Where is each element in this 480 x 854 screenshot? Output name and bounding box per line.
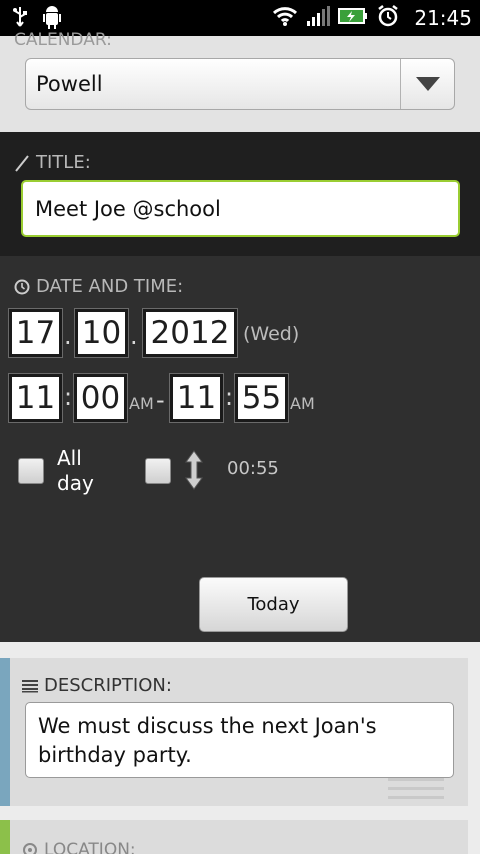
date-time-section: DATE AND TIME: 17 . 10 . 2012 (Wed) 11 :… <box>0 256 480 642</box>
start-hour-field[interactable]: 11 <box>8 373 63 423</box>
signal-icon <box>306 5 331 31</box>
calendar-section: CALENDAR: Powell <box>0 30 480 132</box>
location-accent-bar <box>0 820 10 854</box>
status-bar-time: 21:45 <box>414 6 472 30</box>
resize-grip-icon[interactable] <box>388 778 444 804</box>
end-minute-value: 55 <box>241 380 282 416</box>
weekday-label: (Wed) <box>243 323 300 345</box>
description-accent-bar <box>0 658 10 806</box>
all-day-checkbox[interactable] <box>18 458 44 484</box>
location-label-row: LOCATION: <box>22 840 136 854</box>
start-ampm: AM <box>129 394 154 413</box>
title-input-value: Meet Joe @school <box>35 197 221 221</box>
time-range-dash: - <box>156 386 165 414</box>
year-field[interactable]: 2012 <box>142 308 238 358</box>
location-section: LOCATION: <box>0 812 480 854</box>
title-section: TITLE: Meet Joe @school <box>0 132 480 256</box>
duration-lock-checkbox[interactable] <box>145 458 171 484</box>
lines-icon <box>22 679 38 692</box>
description-label-row: DESCRIPTION: <box>22 675 172 696</box>
vertical-arrows-icon <box>185 450 203 494</box>
end-minute-field[interactable]: 55 <box>234 373 289 423</box>
title-label: TITLE: <box>36 152 91 173</box>
wifi-icon <box>272 5 298 31</box>
date-separator-1: . <box>64 322 72 350</box>
calendar-dropdown[interactable]: Powell <box>25 58 455 110</box>
day-value: 17 <box>15 315 56 351</box>
status-bar-right: 21:45 <box>272 4 472 32</box>
date-separator-2: . <box>130 322 138 350</box>
calendar-label: CALENDAR: <box>14 30 112 50</box>
location-pin-icon <box>23 843 37 854</box>
title-label-row: TITLE: <box>14 152 91 173</box>
start-hour-value: 11 <box>15 380 56 416</box>
start-time-colon: : <box>64 383 73 411</box>
date-time-label: DATE AND TIME: <box>36 276 184 297</box>
clock-icon <box>14 279 30 294</box>
description-section: DESCRIPTION: We must discuss the next Jo… <box>0 642 480 812</box>
description-input-value: We must discuss the next Joan's birthday… <box>38 714 377 767</box>
pencil-icon <box>15 154 29 172</box>
start-minute-field[interactable]: 00 <box>73 373 128 423</box>
alarm-icon <box>376 4 400 32</box>
location-label: LOCATION: <box>44 840 136 854</box>
end-time-colon: : <box>225 383 234 411</box>
month-value: 10 <box>81 315 122 351</box>
calendar-dropdown-value: Powell <box>36 72 103 96</box>
end-hour-field[interactable]: 11 <box>169 373 224 423</box>
year-value: 2012 <box>150 315 230 351</box>
day-field[interactable]: 17 <box>8 308 63 358</box>
end-hour-value: 11 <box>176 380 217 416</box>
description-label: DESCRIPTION: <box>44 675 172 696</box>
title-input[interactable]: Meet Joe @school <box>21 180 460 237</box>
month-field[interactable]: 10 <box>74 308 129 358</box>
all-day-label: All day <box>57 446 94 495</box>
calendar-dropdown-button[interactable] <box>400 59 454 109</box>
description-input[interactable]: We must discuss the next Joan's birthday… <box>25 702 454 778</box>
today-button[interactable]: Today <box>199 577 348 632</box>
end-ampm: AM <box>290 394 315 413</box>
date-time-label-row: DATE AND TIME: <box>14 276 183 297</box>
battery-charging-icon <box>338 6 368 30</box>
start-minute-value: 00 <box>80 380 121 416</box>
duration-value: 00:55 <box>227 458 279 479</box>
chevron-down-icon <box>416 77 440 91</box>
